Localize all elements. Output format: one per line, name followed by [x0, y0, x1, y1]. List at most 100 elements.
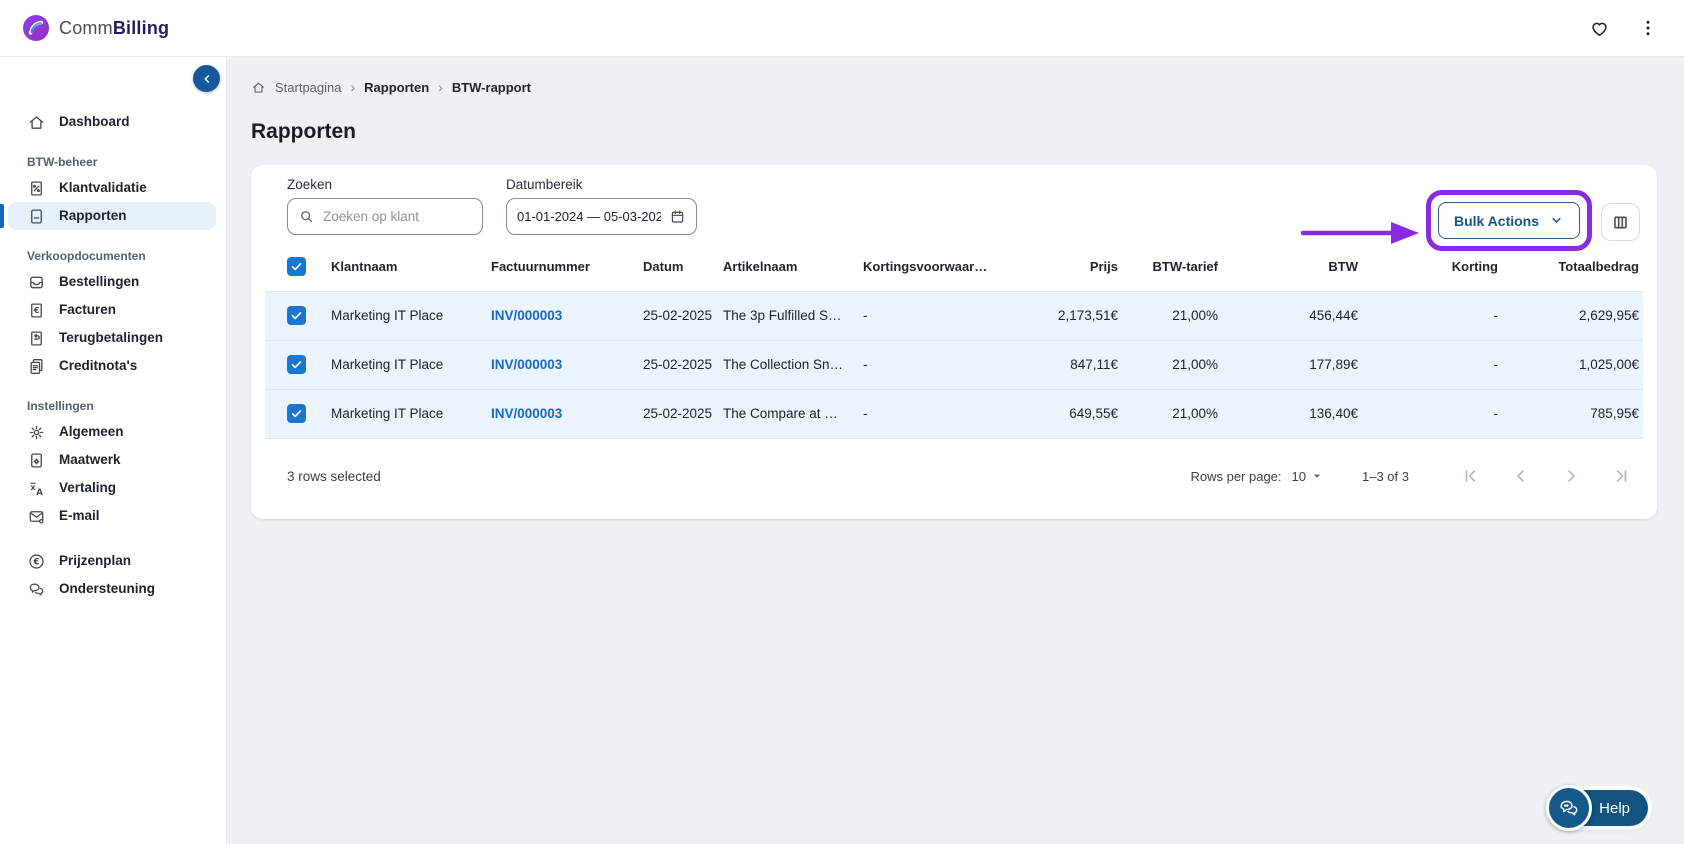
cell-totaalbedrag: 1,025,00€: [1502, 340, 1643, 389]
sidebar-item-label: Ondersteuning: [59, 575, 155, 603]
column-header-artikelnaam[interactable]: Artikelnaam: [719, 243, 859, 291]
next-page-button[interactable]: [1551, 466, 1591, 486]
breadcrumb: Startpagina › Rapporten › BTW-rapport: [251, 79, 1684, 95]
sidebar-item-email[interactable]: E-mail: [0, 502, 226, 530]
sidebar-item-ondersteuning[interactable]: Ondersteuning: [0, 575, 226, 603]
cell-datum: 25-02-2025: [639, 291, 719, 340]
table-footer: 3 rows selected Rows per page: 10 1–3 of…: [265, 433, 1643, 519]
table-row: Marketing IT Place INV/000003 25-02-2025…: [265, 340, 1643, 389]
search-icon: [298, 208, 315, 225]
heart-icon: [1589, 18, 1610, 39]
sidebar-item-bestellingen[interactable]: Bestellingen: [0, 268, 226, 296]
last-page-button[interactable]: [1601, 466, 1641, 486]
orders-tray-icon: [27, 273, 46, 292]
search-field-group: Zoeken: [287, 177, 483, 235]
report-icon: [27, 207, 46, 226]
cell-btw-tarief: 21,00%: [1122, 389, 1222, 438]
pagination-range: 1–3 of 3: [1362, 469, 1409, 484]
cell-prijs: 2,173,51€: [1009, 291, 1122, 340]
row-checkbox[interactable]: [287, 355, 306, 374]
gear-icon: [27, 423, 46, 442]
sidebar-collapse-button[interactable]: [193, 65, 220, 92]
breadcrumb-home-icon: [251, 80, 266, 95]
help-button[interactable]: Help: [1551, 790, 1648, 826]
cell-kortingsvoorwaarden: -: [859, 389, 1009, 438]
cell-korting: -: [1362, 291, 1502, 340]
euro-circle-icon: €: [27, 552, 46, 571]
select-all-checkbox[interactable]: [287, 257, 306, 276]
date-range-input[interactable]: 01-01-2024 — 05-03-202: [506, 198, 697, 235]
sidebar-item-label: Terugbetalingen: [59, 324, 163, 352]
overflow-menu-button[interactable]: [1638, 18, 1658, 38]
sidebar-section-btw-beheer: BTW-beheer: [27, 152, 226, 172]
cell-prijs: 847,11€: [1009, 340, 1122, 389]
invoice-link[interactable]: INV/000003: [491, 357, 562, 372]
search-input[interactable]: [323, 209, 472, 224]
sidebar-section-verkoopdocumenten: Verkoopdocumenten: [27, 246, 226, 266]
favorites-button[interactable]: [1589, 18, 1610, 39]
sidebar-item-terugbetalingen[interactable]: Terugbetalingen: [0, 324, 226, 352]
cell-datum: 25-02-2025: [639, 340, 719, 389]
sidebar-item-label: Bestellingen: [59, 268, 139, 296]
breadcrumb-item-startpagina[interactable]: Startpagina: [275, 80, 342, 95]
invoice-link[interactable]: INV/000003: [491, 308, 562, 323]
column-settings-button[interactable]: [1601, 203, 1640, 241]
selected-rows-count: 3 rows selected: [287, 469, 381, 484]
column-header-btw-tarief[interactable]: BTW-tarief: [1122, 243, 1222, 291]
sidebar-item-label: Vertaling: [59, 474, 116, 502]
cell-btw: 136,40€: [1222, 389, 1362, 438]
table-row: Marketing IT Place INV/000003 25-02-2025…: [265, 291, 1643, 340]
svg-text:€: €: [33, 305, 40, 314]
first-page-button[interactable]: [1451, 466, 1491, 486]
date-range-value: 01-01-2024 — 05-03-202: [517, 209, 661, 224]
column-header-datum[interactable]: Datum: [639, 243, 719, 291]
sidebar-item-maatwerk[interactable]: Maatwerk: [0, 446, 226, 474]
sidebar-item-rapporten[interactable]: Rapporten: [8, 202, 216, 230]
sidebar-item-facturen[interactable]: € Facturen: [0, 296, 226, 324]
row-checkbox[interactable]: [287, 404, 306, 423]
date-range-label: Datumbereik: [506, 177, 697, 192]
cell-btw: 177,89€: [1222, 340, 1362, 389]
topbar: CommBilling: [0, 0, 1684, 57]
sidebar-item-vertaling[interactable]: xA Vertaling: [0, 474, 226, 502]
sidebar-section-instellingen: Instellingen: [27, 396, 226, 416]
refund-receipt-icon: [27, 329, 46, 348]
sidebar-item-algemeen[interactable]: Algemeen: [0, 418, 226, 446]
column-header-korting[interactable]: Korting: [1362, 243, 1502, 291]
brand-logo[interactable]: CommBilling: [22, 14, 169, 42]
cell-korting: -: [1362, 389, 1502, 438]
row-checkbox[interactable]: [287, 306, 306, 325]
bulk-actions-button[interactable]: Bulk Actions: [1438, 202, 1580, 239]
previous-page-button[interactable]: [1501, 466, 1541, 486]
breadcrumb-item-btw-rapport: BTW-rapport: [452, 80, 531, 95]
rows-per-page-label: Rows per page:: [1190, 469, 1281, 484]
chevron-left-icon: [200, 72, 214, 86]
invoice-link[interactable]: INV/000003: [491, 406, 562, 421]
main-content: Startpagina › Rapporten › BTW-rapport Ra…: [227, 57, 1684, 844]
sidebar-item-label: Prijzenplan: [59, 547, 131, 575]
rows-per-page-select[interactable]: 10: [1292, 469, 1324, 484]
column-header-totaalbedrag[interactable]: Totaalbedrag: [1502, 243, 1643, 291]
rows-per-page-value: 10: [1292, 469, 1306, 484]
sidebar-item-creditnotas[interactable]: Creditnota's: [0, 352, 226, 380]
column-header-factuurnummer[interactable]: Factuurnummer: [487, 243, 639, 291]
app-root: { "topbar": { "brand_prefix": "Comm", "b…: [0, 0, 1684, 844]
date-field-group: Datumbereik 01-01-2024 — 05-03-202: [506, 177, 697, 235]
cell-klantnaam: Marketing IT Place: [327, 340, 487, 389]
cell-artikelnaam: The Collection Sn…: [719, 340, 859, 389]
calendar-icon: [669, 208, 686, 225]
table-header-row: Klantnaam Factuurnummer Datum Artikelnaa…: [265, 243, 1643, 291]
sidebar-item-dashboard[interactable]: Dashboard: [0, 108, 226, 136]
sidebar-item-prijzenplan[interactable]: € Prijzenplan: [0, 547, 226, 575]
column-header-btw[interactable]: BTW: [1222, 243, 1362, 291]
column-header-kortingsvoorwaarden[interactable]: Kortingsvoorwaar…: [859, 243, 1009, 291]
bulk-actions-label: Bulk Actions: [1454, 213, 1539, 229]
column-header-prijs[interactable]: Prijs: [1009, 243, 1122, 291]
table-row: Marketing IT Place INV/000003 25-02-2025…: [265, 389, 1643, 438]
column-header-klantnaam[interactable]: Klantnaam: [327, 243, 487, 291]
sidebar-item-klantvalidatie[interactable]: Klantvalidatie: [0, 174, 226, 202]
home-icon: [27, 113, 46, 132]
cell-kortingsvoorwaarden: -: [859, 340, 1009, 389]
cell-kortingsvoorwaarden: -: [859, 291, 1009, 340]
breadcrumb-item-rapporten[interactable]: Rapporten: [364, 80, 429, 95]
